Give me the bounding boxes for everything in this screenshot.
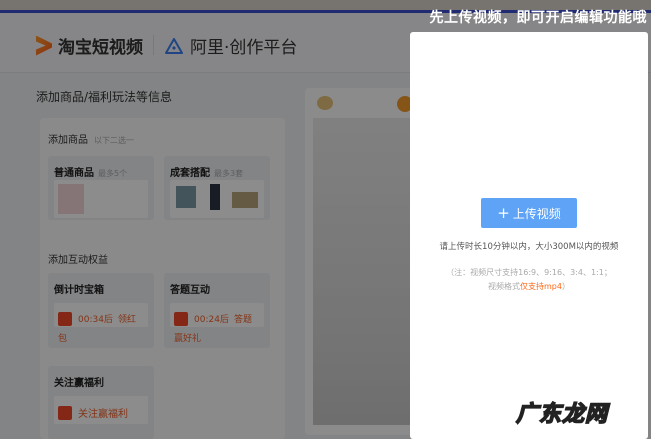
upload-label: 上传视频 <box>512 207 561 221</box>
modal-banner: 先上传视频，即可开启编辑功能哦 <box>429 10 647 26</box>
plus-icon: + <box>497 204 510 222</box>
upload-dialog: + 上传视频 请上传时长10分钟以内，大小300M以内的视频 （注：视频尺寸支持1… <box>410 32 648 439</box>
watermark: 广东龙网 <box>515 401 609 428</box>
upload-hint: 请上传时长10分钟以内，大小300M以内的视频 <box>439 242 619 252</box>
format-note: （注：视频尺寸支持16:9、9:16、3:4、1:1； 视频格式仅支持mp4） <box>410 266 648 294</box>
note-prefix: 视频格式 <box>488 282 521 291</box>
upload-video-button[interactable]: + 上传视频 <box>481 198 577 228</box>
note-line2: 视频格式仅支持mp4） <box>410 280 648 294</box>
mp4-only: 仅支持mp4 <box>520 282 562 291</box>
note-suffix: ） <box>561 282 570 291</box>
note-line1: （注：视频尺寸支持16:9、9:16、3:4、1:1； <box>446 268 612 277</box>
